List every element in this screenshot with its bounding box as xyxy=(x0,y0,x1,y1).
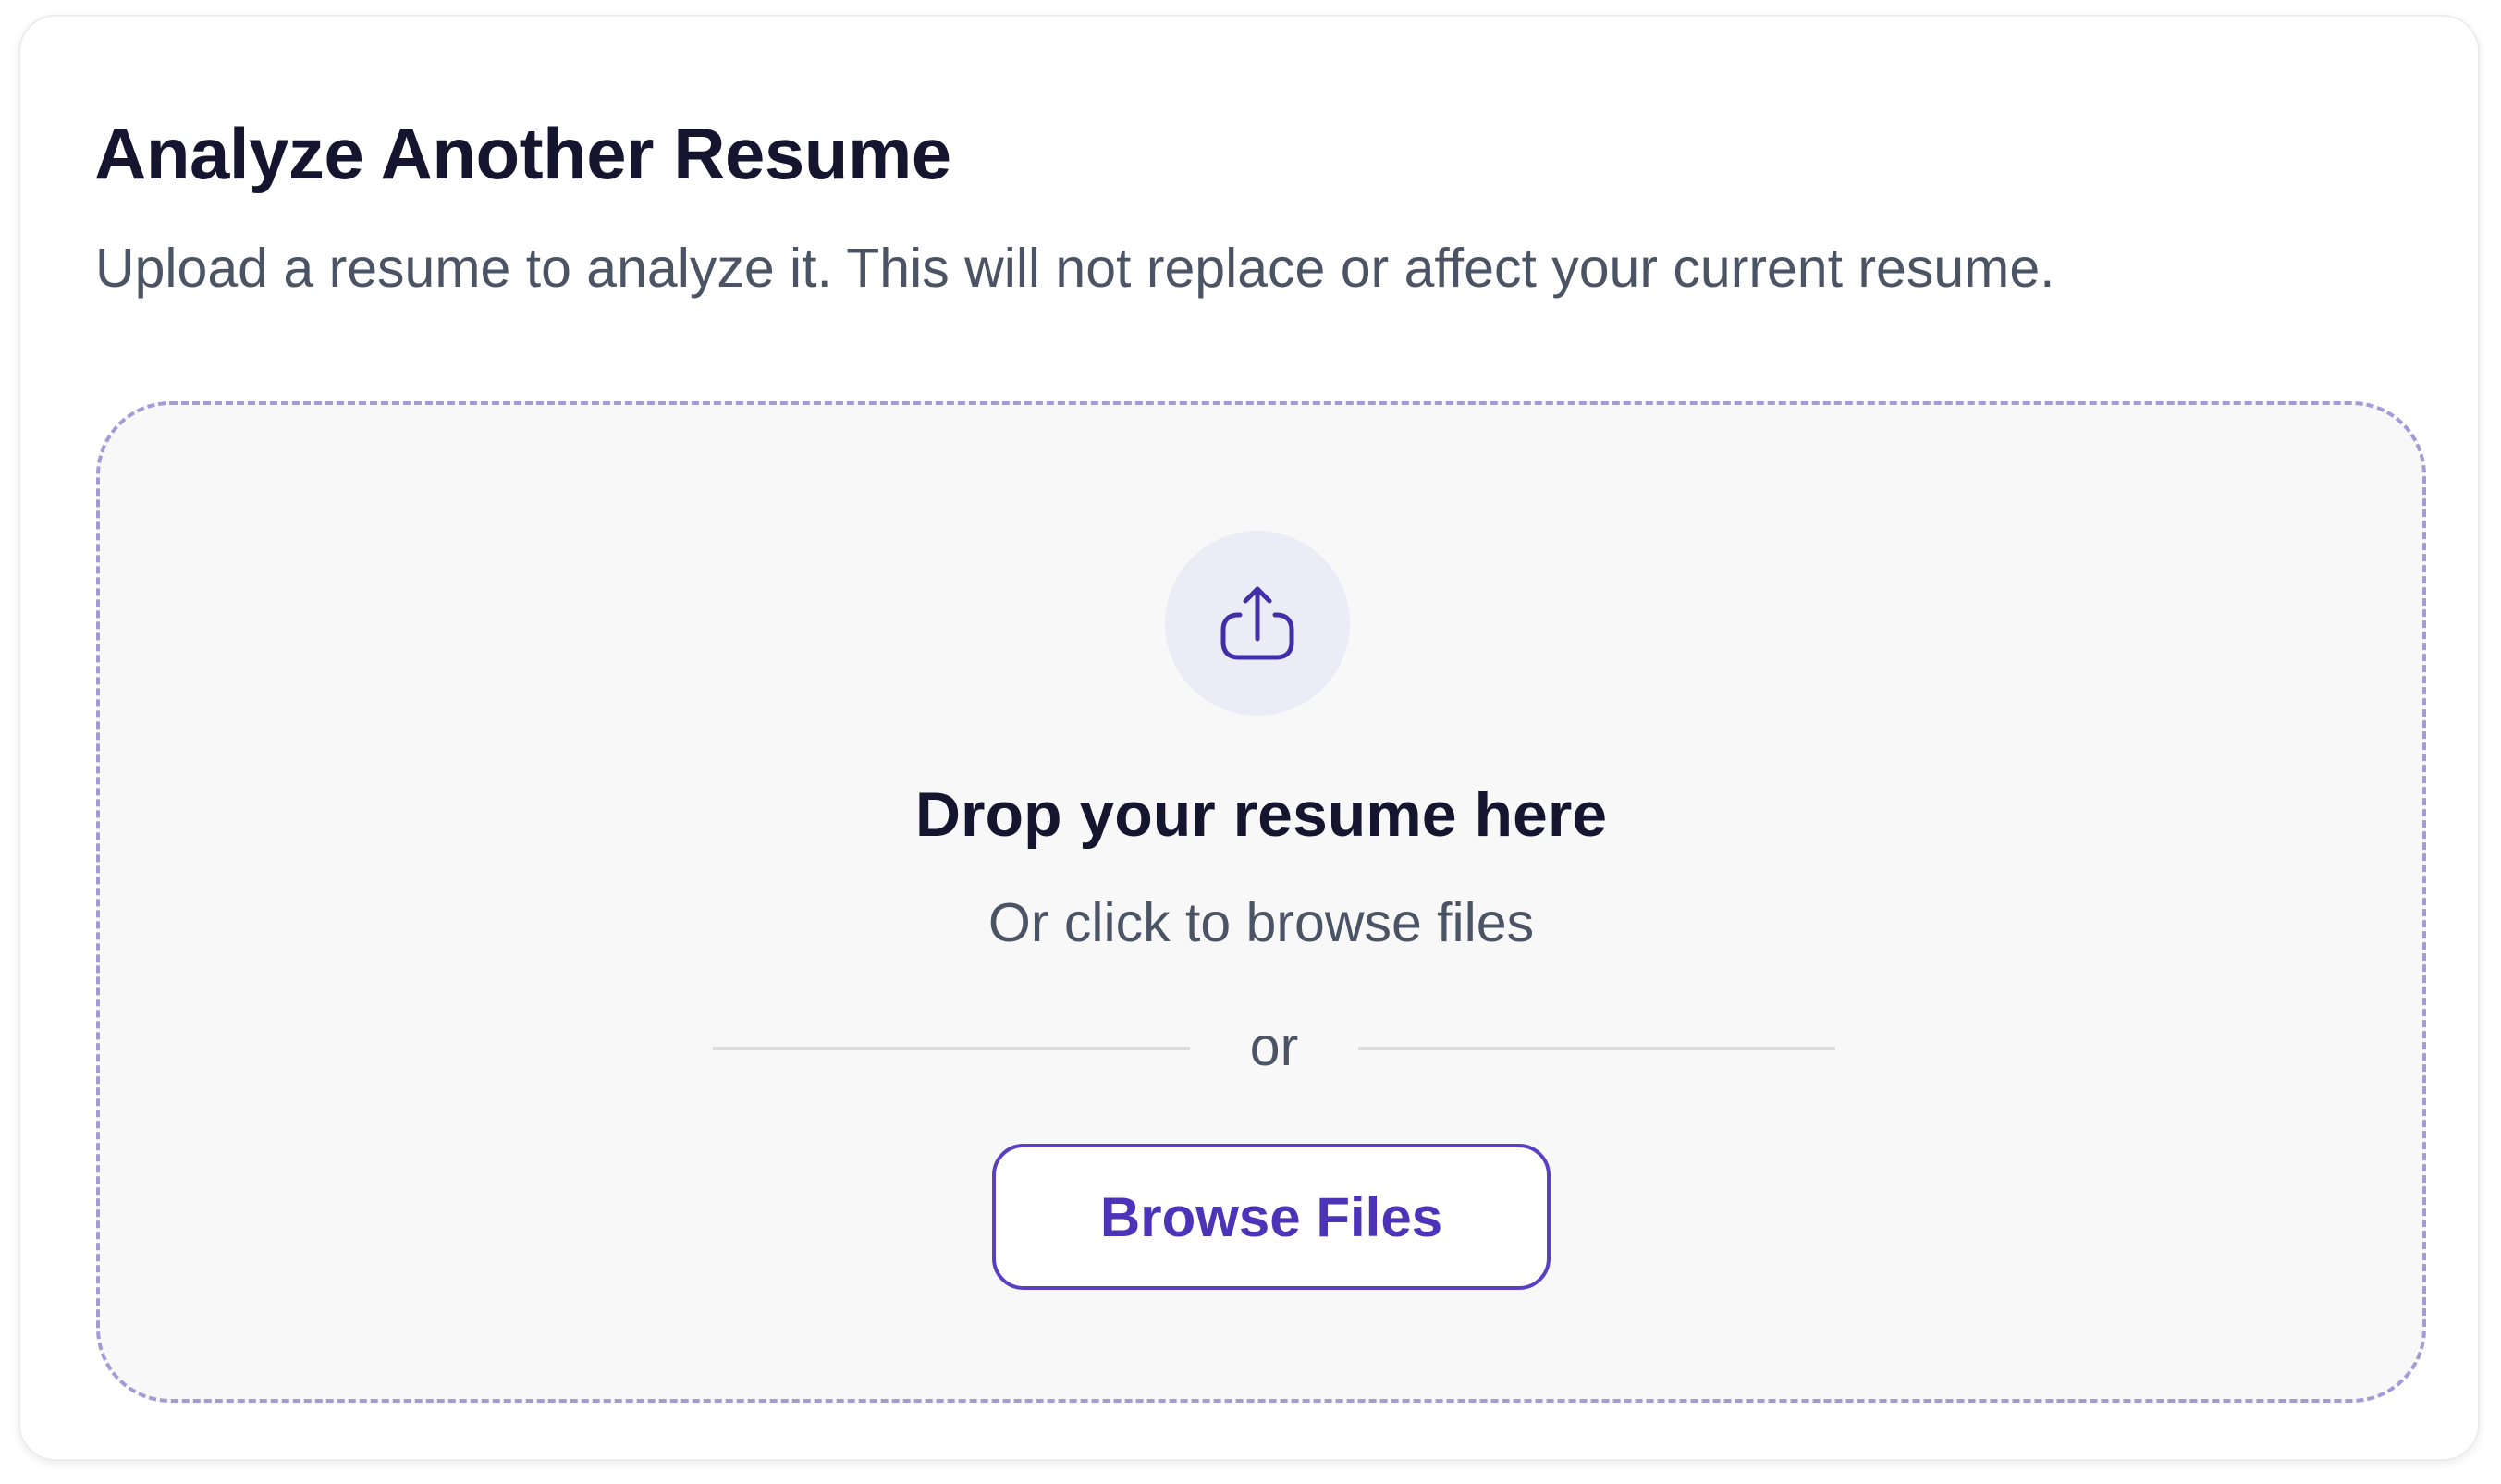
resume-dropzone[interactable]: Drop your resume here Or click to browse… xyxy=(96,401,2426,1403)
card-title: Analyze Another Resume xyxy=(94,113,951,194)
divider-right xyxy=(1358,1047,1835,1050)
dropzone-hint: Or click to browse files xyxy=(987,892,1535,953)
card-subtitle: Upload a resume to analyze it. This will… xyxy=(95,238,2055,299)
divider-left xyxy=(713,1047,1190,1050)
upload-icon xyxy=(1220,586,1294,660)
browse-files-label: Browse Files xyxy=(1099,1185,1443,1248)
analyze-resume-card: Analyze Another Resume Upload a resume t… xyxy=(18,15,2480,1461)
upload-icon-circle xyxy=(1165,531,1350,716)
dropzone-heading: Drop your resume here xyxy=(914,779,1608,850)
or-separator: or xyxy=(1249,1016,1299,1077)
browse-files-button[interactable]: Browse Files xyxy=(992,1144,1551,1290)
